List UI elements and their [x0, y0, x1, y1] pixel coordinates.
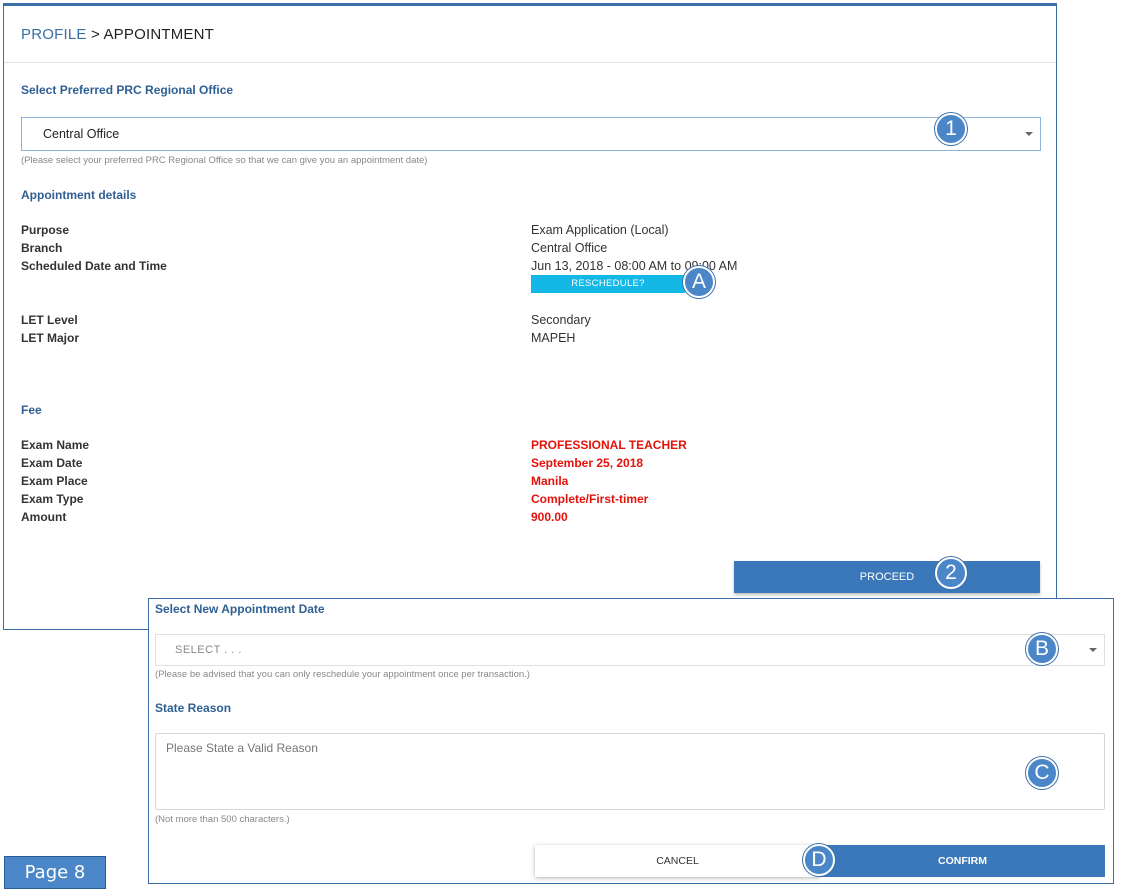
chevron-down-icon	[1089, 648, 1097, 652]
exam-date-label: Exam Date	[21, 456, 83, 470]
appointment-section-title: Appointment details	[21, 188, 137, 202]
amount-label: Amount	[21, 510, 67, 524]
date-hint: (Please be advised that you can only res…	[155, 669, 530, 680]
reschedule-button[interactable]: RESCHEDULE?	[531, 275, 685, 293]
reason-title: State Reason	[155, 701, 232, 715]
let-major-value: MAPEH	[531, 331, 576, 345]
office-hint: (Please select your preferred PRC Region…	[21, 155, 428, 166]
exam-type-value: Complete/First-timer	[531, 492, 649, 506]
office-section-title: Select Preferred PRC Regional Office	[21, 83, 234, 97]
chevron-down-icon	[1025, 132, 1033, 136]
breadcrumb-current: APPOINTMENT	[103, 26, 215, 43]
appointment-date-placeholder: SELECT . . .	[175, 644, 242, 656]
marker-2: 2	[935, 557, 967, 589]
exam-name-label: Exam Name	[21, 438, 90, 452]
reason-hint: (Not more than 500 characters.)	[155, 814, 290, 825]
amount-value: 900.00	[531, 510, 568, 524]
exam-place-label: Exam Place	[21, 474, 88, 488]
branch-value: Central Office	[531, 241, 608, 255]
purpose-label: Purpose	[21, 223, 70, 237]
regional-office-value: Central Office	[43, 127, 120, 141]
new-date-title: Select New Appointment Date	[155, 602, 325, 616]
marker-d: D	[803, 844, 835, 876]
marker-c: C	[1026, 757, 1058, 789]
reason-placeholder: Please State a Valid Reason	[166, 741, 318, 755]
regional-office-select[interactable]: Central Office	[21, 117, 1041, 151]
let-labels: LET Level LET Major	[21, 311, 79, 347]
appointment-panel: PROFILE > APPOINTMENT Select Preferred P…	[3, 3, 1057, 630]
proceed-button[interactable]: PROCEED	[734, 561, 1040, 593]
let-level-label: LET Level	[21, 313, 78, 327]
purpose-value: Exam Application (Local)	[531, 223, 669, 237]
reschedule-dialog: Select New Appointment Date SELECT . . .…	[148, 598, 1114, 884]
cancel-button[interactable]: CANCEL	[535, 845, 820, 877]
confirm-button[interactable]: CONFIRM	[820, 845, 1105, 877]
exam-type-label: Exam Type	[21, 492, 84, 506]
exam-name-value: PROFESSIONAL TEACHER	[531, 438, 687, 452]
appointment-date-select[interactable]: SELECT . . .	[155, 634, 1105, 666]
branch-label: Branch	[21, 241, 63, 255]
exam-place-value: Manila	[531, 474, 569, 488]
schedule-label: Scheduled Date and Time	[21, 259, 167, 273]
exam-date-value: September 25, 2018	[531, 456, 644, 470]
reason-textarea[interactable]: Please State a Valid Reason	[155, 733, 1105, 810]
breadcrumb-profile-link[interactable]: PROFILE	[21, 26, 87, 43]
let-major-label: LET Major	[21, 331, 80, 345]
marker-b: B	[1026, 633, 1058, 665]
fee-labels: Exam Name Exam Date Exam Place Exam Type…	[21, 436, 89, 526]
breadcrumb: PROFILE > APPOINTMENT	[4, 6, 1056, 63]
let-level-value: Secondary	[531, 313, 591, 327]
marker-a: A	[683, 266, 715, 298]
page-number-badge: Page 8	[4, 856, 106, 889]
marker-1: 1	[935, 113, 967, 145]
fee-section-title: Fee	[21, 403, 42, 417]
appointment-labels: Purpose Branch Scheduled Date and Time	[21, 221, 167, 275]
fee-values: PROFESSIONAL TEACHER September 25, 2018 …	[531, 436, 687, 526]
breadcrumb-separator: >	[86, 26, 104, 43]
let-values: Secondary MAPEH	[531, 311, 591, 347]
